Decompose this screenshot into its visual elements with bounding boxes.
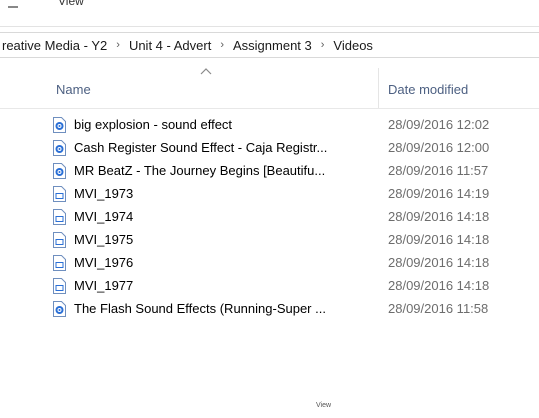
file-date-modified: 28/09/2016 14:18: [388, 232, 490, 247]
file-date-modified: 28/09/2016 12:02: [388, 117, 490, 132]
breadcrumb-item-unit-4[interactable]: Unit 4 - Advert: [127, 38, 213, 53]
file-name: MVI_1975: [74, 232, 134, 247]
file-row[interactable]: MVI_1975 28/09/2016 14:18: [0, 229, 539, 252]
file-row[interactable]: MVI_1976 28/09/2016 14:18: [0, 252, 539, 275]
file-name: big explosion - sound effect: [74, 117, 233, 132]
file-row[interactable]: The Flash Sound Effects (Running-Super .…: [0, 298, 539, 321]
file-row[interactable]: Cash Register Sound Effect - Caja Regist…: [0, 137, 539, 160]
breadcrumb-chevron-icon[interactable]: ›: [109, 39, 127, 51]
column-header-date-modified[interactable]: Date modified: [388, 82, 468, 97]
media-file-icon: [53, 140, 66, 156]
file-name: Cash Register Sound Effect - Caja Regist…: [74, 140, 328, 155]
file-date-modified: 28/09/2016 14:18: [388, 278, 490, 293]
file-name: MVI_1977: [74, 278, 134, 293]
video-file-icon: [53, 255, 66, 271]
sort-ascending-icon: [200, 68, 212, 75]
file-row[interactable]: MVI_1977 28/09/2016 14:18: [0, 275, 539, 298]
file-row[interactable]: big explosion - sound effect 28/09/2016 …: [0, 114, 539, 137]
file-name: MVI_1974: [74, 209, 134, 224]
column-divider[interactable]: [378, 68, 379, 108]
file-name: MR BeatZ - The Journey Begins [Beautifu.…: [74, 163, 326, 178]
media-file-icon: [53, 117, 66, 133]
file-row[interactable]: MVI_1974 28/09/2016 14:18: [0, 206, 539, 229]
file-list: big explosion - sound effect 28/09/2016 …: [0, 114, 539, 321]
video-file-icon: [53, 278, 66, 294]
ribbon-strip: View: [0, 0, 539, 27]
file-row[interactable]: MR BeatZ - The Journey Begins [Beautifu.…: [0, 160, 539, 183]
address-bar[interactable]: reative Media - Y2 › Unit 4 - Advert › A…: [0, 32, 539, 58]
column-header-name[interactable]: Name: [56, 82, 91, 97]
file-date-modified: 28/09/2016 14:18: [388, 255, 490, 270]
file-date-modified: 28/09/2016 14:18: [388, 209, 490, 224]
file-date-modified: 28/09/2016 11:58: [388, 301, 489, 316]
video-file-icon: [53, 209, 66, 225]
video-file-icon: [53, 232, 66, 248]
breadcrumb-item-videos[interactable]: Videos: [331, 38, 375, 53]
file-date-modified: 28/09/2016 12:00: [388, 140, 490, 155]
file-name: MVI_1976: [74, 255, 134, 270]
view-label: View: [316, 402, 332, 409]
ribbon-mark: [8, 6, 18, 8]
ribbon-tab-view[interactable]: View: [58, 0, 84, 8]
file-date-modified: 28/09/2016 11:57: [388, 163, 489, 178]
media-file-icon: [53, 163, 66, 179]
file-row[interactable]: MVI_1973 28/09/2016 14:19: [0, 183, 539, 206]
breadcrumb-chevron-icon[interactable]: ›: [213, 39, 231, 51]
breadcrumb-chevron-icon[interactable]: ›: [314, 39, 332, 51]
file-date-modified: 28/09/2016 14:19: [388, 186, 490, 201]
column-header-row: Name Date modified: [0, 60, 539, 109]
breadcrumb-item-assignment-3[interactable]: Assignment 3: [231, 38, 314, 53]
file-name: MVI_1973: [74, 186, 134, 201]
media-file-icon: [53, 301, 66, 317]
video-file-icon: [53, 186, 66, 202]
breadcrumb-item-creative-media[interactable]: reative Media - Y2: [0, 38, 109, 53]
file-name: The Flash Sound Effects (Running-Super .…: [74, 301, 326, 316]
